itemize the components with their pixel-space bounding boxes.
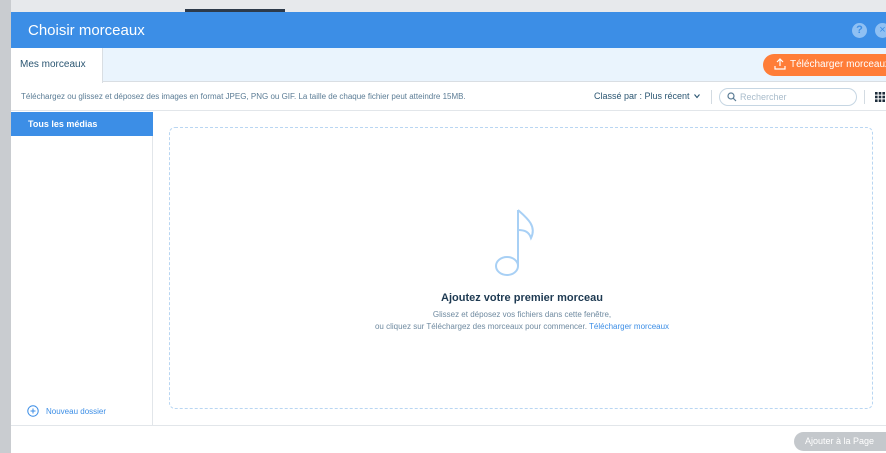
info-bar: Téléchargez ou glissez et déposez des im… (11, 83, 886, 111)
close-button[interactable]: × (875, 23, 886, 38)
dialog-footer: Ajouter à la Page (11, 425, 886, 453)
search-input[interactable]: Rechercher (740, 92, 787, 102)
plus-circle-icon (27, 405, 39, 417)
upload-button-label: Télécharger morceaux (790, 59, 886, 70)
background-edge (0, 0, 11, 453)
folder-sidebar: Tous les médias Nouveau dossier (11, 112, 153, 425)
tab-bar: Mes morceaux Télécharger morceaux (11, 48, 886, 83)
screen: Choisir morceaux ? × Mes morceaux Téléch… (0, 0, 886, 453)
divider (711, 90, 712, 104)
drop-zone[interactable]: Ajoutez votre premier morceau Glissez et… (169, 127, 873, 409)
new-folder-label: Nouveau dossier (46, 407, 107, 416)
search-icon (727, 92, 737, 102)
add-to-page-label: Ajouter à la Page (805, 436, 875, 446)
empty-state-hint-text: ou cliquez sur Téléchargez des morceaux … (374, 322, 587, 331)
sidebar-item-label: Tous les médias (28, 119, 98, 129)
background-strip (0, 0, 886, 12)
dialog-title: Choisir morceaux (28, 22, 145, 39)
empty-state-hint: Glissez et déposez vos fichiers dans cet… (432, 310, 612, 319)
music-note-icon (495, 209, 534, 276)
tab-mes-morceaux[interactable]: Mes morceaux (11, 48, 103, 83)
chevron-down-icon[interactable] (694, 93, 700, 99)
sort-dropdown[interactable]: Classé par : Plus récent (594, 91, 690, 101)
empty-state-title: Ajoutez votre premier morceau (441, 292, 603, 304)
upload-button[interactable]: Télécharger morceaux (763, 54, 886, 76)
upload-link[interactable]: Télécharger morceaux (589, 322, 669, 331)
add-to-page-button[interactable]: Ajouter à la Page (794, 432, 886, 451)
help-button[interactable]: ? (852, 23, 867, 38)
divider (864, 90, 865, 104)
sidebar-item-all-media[interactable]: Tous les médias (11, 112, 153, 136)
upload-instructions: Téléchargez ou glissez et déposez des im… (21, 92, 466, 101)
dialog-header: Choisir morceaux ? × (11, 12, 886, 48)
grid-view-icon[interactable] (875, 92, 885, 102)
upload-icon (774, 58, 786, 70)
media-dialog: Choisir morceaux ? × Mes morceaux Téléch… (11, 12, 886, 453)
search-box[interactable]: Rechercher (719, 88, 857, 106)
empty-state-hint-2: ou cliquez sur Téléchargez des morceaux … (170, 322, 874, 331)
tab-label: Mes morceaux (20, 59, 86, 70)
